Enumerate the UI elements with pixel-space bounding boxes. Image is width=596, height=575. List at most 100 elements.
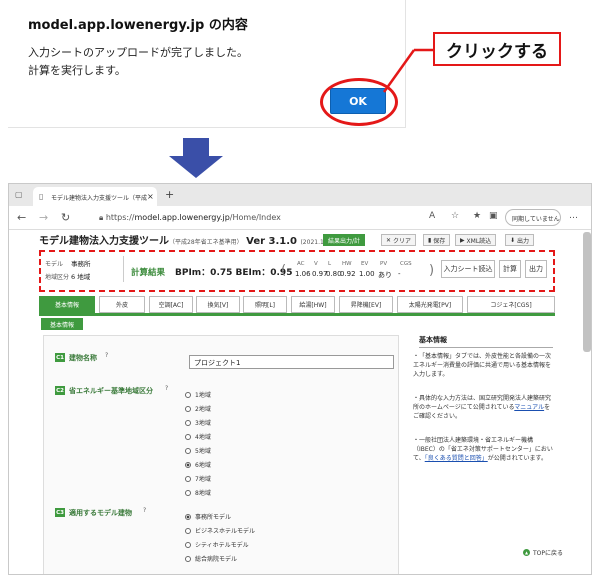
app-title-main: モデル建物法入力支援ツール (39, 236, 169, 247)
category-tab[interactable]: 昇降機[EV] (339, 296, 393, 313)
indicator-header: V (314, 261, 318, 267)
favorite-icon[interactable]: ☆ (451, 211, 459, 221)
climate-region-label: 省エネルギー基準地域区分 (69, 387, 153, 395)
indicator-header: EV (361, 261, 369, 267)
radio-label: 6地域 (195, 462, 211, 469)
collections-icon[interactable]: ▣ (489, 211, 498, 221)
building-name-input[interactable]: プロジェクト1 (189, 355, 394, 369)
app-title-sub: （平成28年省エネ基準用） (169, 239, 243, 246)
model-radio-option[interactable]: ビジネスホテルモデル (185, 526, 255, 535)
category-tab[interactable]: 太陽光発電[PV] (397, 296, 463, 313)
profile-button[interactable]: 同期していません (505, 209, 561, 226)
clear-button[interactable]: ✕ クリア (381, 234, 416, 246)
url-prefix: https:// (105, 213, 135, 222)
help-icon[interactable]: ? (105, 352, 108, 359)
page-scrollbar[interactable] (583, 232, 591, 352)
output-summary-button[interactable]: 出力 (525, 260, 547, 278)
xml-load-button[interactable]: ▶ XML読込 (455, 234, 497, 246)
info-text-1: 「基本情報」タブでは、外皮性能と各設備の一次エネルギー消費量の評価に共通で用いる… (413, 353, 552, 378)
category-tab[interactable]: コジェネ[CGS] (467, 296, 555, 313)
region-radio-option[interactable]: 8地域 (185, 488, 211, 497)
open-paren: ( (281, 263, 287, 278)
radio-label: 8地域 (195, 490, 211, 497)
radio-label: 3地域 (195, 420, 211, 427)
model-label: モデル (45, 261, 64, 268)
subtab-basic-info[interactable]: 基本情報 (41, 318, 83, 330)
calc-output-button[interactable]: 結果出力/計 (323, 234, 366, 246)
building-name-label: 建物名称 (69, 354, 97, 362)
model-radio-option[interactable]: 事務所モデル (185, 512, 231, 521)
region-radio-option[interactable]: 4地域 (185, 432, 211, 441)
radio-label: 4地域 (195, 434, 211, 441)
radio-button[interactable] (185, 527, 191, 534)
favorites-list-icon[interactable]: ★ (473, 211, 481, 221)
help-icon[interactable]: ? (165, 385, 168, 392)
radio-button[interactable] (185, 541, 191, 548)
region-radio-option[interactable]: 5地域 (185, 446, 211, 455)
radio-button[interactable] (185, 433, 191, 440)
calc-result-label: 計算結果 (131, 268, 166, 278)
region-radio-option[interactable]: 7地域 (185, 474, 211, 483)
radio-label: 7地域 (195, 476, 211, 483)
app-title: モデル建物法入力支援ツール（平成28年省エネ基準用） Ver 3.1.0 (20… (39, 232, 330, 247)
faq-link[interactable]: 「良くある質問と回答」 (425, 455, 488, 462)
category-tab[interactable]: 基本情報 (39, 296, 95, 313)
radio-button[interactable] (185, 419, 191, 426)
url-field[interactable]: 🔒︎ https://model.app.lowenergy.jp/Home/I… (99, 210, 399, 226)
read-aloud-icon[interactable]: A (429, 211, 435, 221)
clear-icon: ✕ (386, 236, 393, 244)
radio-label: 総合病院モデル (195, 556, 238, 563)
refresh-icon[interactable]: ↻ (61, 211, 70, 224)
xml-label: XML読込 (466, 237, 492, 245)
category-tab[interactable]: 外皮 (99, 296, 145, 313)
manual-link[interactable]: マニュアル (514, 404, 544, 411)
browser-window: ▢ ▯ モデル建物法入力支援ツール（平成 × + ← → ↻ 🔒︎ https:… (8, 183, 592, 575)
region-radio-option[interactable]: 1地域 (185, 390, 211, 399)
output-button[interactable]: ⬇ 出力 (505, 234, 534, 246)
radio-button[interactable] (185, 405, 191, 412)
region-radio-option[interactable]: 3地域 (185, 418, 211, 427)
radio-button[interactable] (185, 475, 191, 482)
region-radio-option[interactable]: 6地域 (185, 460, 211, 469)
radio-button[interactable] (185, 461, 191, 468)
more-icon[interactable]: … (569, 211, 578, 221)
indicator-header: AC (297, 261, 305, 267)
forward-icon[interactable]: → (39, 211, 48, 224)
radio-label: ビジネスホテルモデル (195, 528, 256, 535)
model-radio-option[interactable]: 総合病院モデル (185, 554, 237, 563)
category-tab[interactable]: 換気[V] (196, 296, 240, 313)
indicator-value: - (398, 270, 401, 278)
output-label: 出力 (516, 237, 529, 245)
to-top-label: TOPに戻る (533, 550, 564, 557)
question-number: C1 (55, 353, 65, 362)
browser-tab[interactable]: ▯ モデル建物法入力支援ツール（平成 × (33, 187, 157, 206)
window-menu-icon[interactable]: ▢ (15, 190, 23, 199)
radio-button[interactable] (185, 489, 191, 496)
form-panel (43, 335, 399, 574)
region-radio-option[interactable]: 2地域 (185, 404, 211, 413)
down-arrow-icon (169, 156, 223, 178)
category-tab[interactable]: 空調[AC] (149, 296, 193, 313)
radio-button[interactable] (185, 513, 191, 520)
question-number: C3 (55, 508, 65, 517)
back-icon[interactable]: ← (17, 211, 26, 224)
new-tab-icon[interactable]: + (165, 188, 174, 201)
upload-sheet-button[interactable]: 入力シート読込 (441, 260, 495, 278)
tab-close-icon[interactable]: × (147, 192, 154, 201)
radio-button[interactable] (185, 555, 191, 562)
category-tab[interactable]: 照明[L] (243, 296, 287, 313)
info-paragraph-2: ・具体的な入力方法は、国立研究開発法人建築研究所のホームページにて公開されている… (413, 395, 552, 420)
model-radio-option[interactable]: シティホテルモデル (185, 540, 249, 549)
down-arrow-shaft (183, 138, 209, 156)
radio-button[interactable] (185, 391, 191, 398)
save-button[interactable]: ▮ 保存 (423, 234, 451, 246)
indicator-value: あり (378, 271, 392, 279)
radio-label: 事務所モデル (195, 514, 232, 521)
to-top-link[interactable]: ▲ TOPに戻る (523, 548, 563, 557)
tab-title: モデル建物法入力支援ツール（平成 (51, 195, 148, 202)
category-tab[interactable]: 給湯[HW] (291, 296, 335, 313)
help-icon[interactable]: ? (143, 507, 146, 514)
calculate-button[interactable]: 計算 (499, 260, 521, 278)
radio-label: 5地域 (195, 448, 211, 455)
radio-button[interactable] (185, 447, 191, 454)
